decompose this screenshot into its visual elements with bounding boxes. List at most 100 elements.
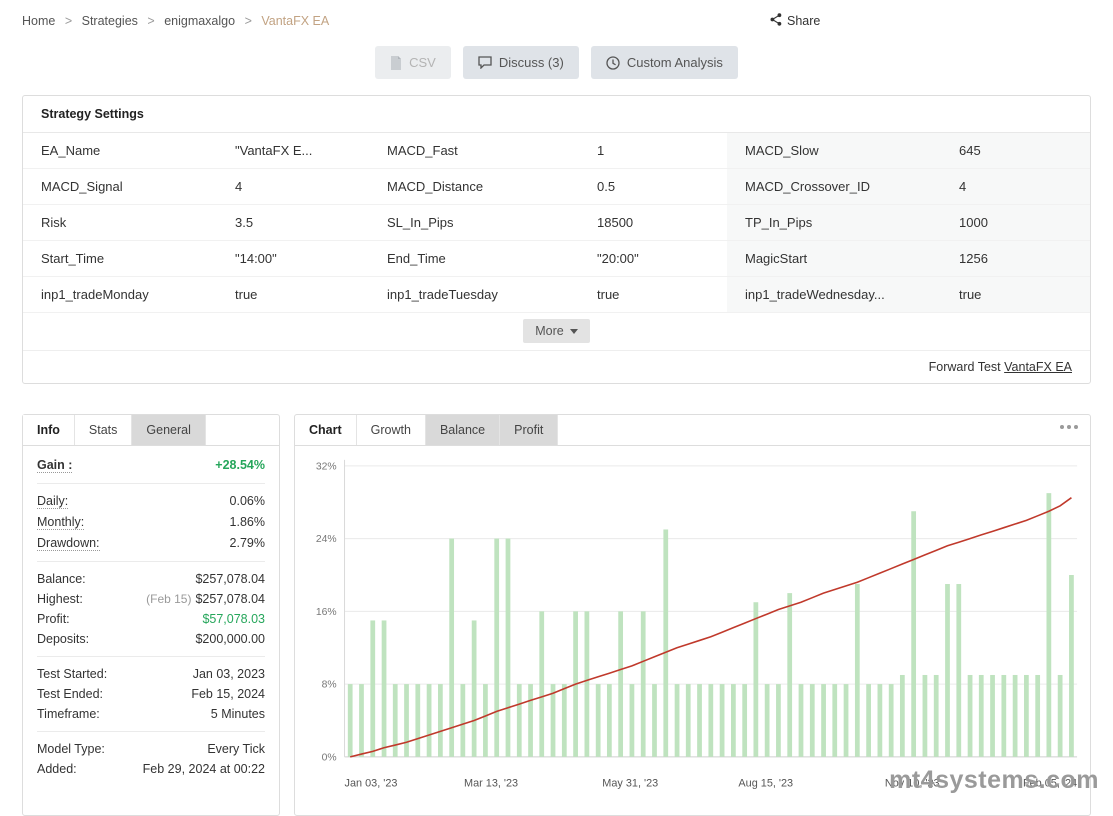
divider [37, 561, 265, 562]
tab-growth[interactable]: Growth [357, 415, 426, 445]
balance-value: $257,078.04 [195, 572, 265, 586]
test-ended-row: Test Ended: Feb 15, 2024 [37, 684, 265, 704]
highest-row: Highest: (Feb 15) $257,078.04 [37, 589, 265, 609]
setting-label: TP_In_Pips [727, 205, 959, 240]
discuss-button[interactable]: Discuss (3) [463, 46, 579, 79]
top-bar: Home > Strategies > enigmaxalgo > VantaF… [0, 0, 1113, 44]
strategy-settings-title: Strategy Settings [23, 96, 1090, 133]
daily-label[interactable]: Daily: [37, 494, 68, 509]
discuss-button-label: Discuss (3) [499, 55, 564, 70]
csv-file-icon [390, 56, 402, 70]
monthly-row: Monthly: 1.86% [37, 512, 265, 533]
site-watermark: mt4systems.com [889, 766, 1099, 795]
svg-text:Jan 03, '23: Jan 03, '23 [345, 778, 398, 790]
divider [37, 483, 265, 484]
breadcrumb-home[interactable]: Home [22, 14, 55, 28]
setting-value: "14:00" [235, 241, 369, 276]
deposits-row: Deposits: $200,000.00 [37, 629, 265, 649]
setting-value: true [235, 277, 369, 312]
breadcrumb: Home > Strategies > enigmaxalgo > VantaF… [22, 14, 329, 28]
model-type-label: Model Type: [37, 742, 105, 756]
svg-text:0%: 0% [322, 752, 337, 763]
svg-text:32%: 32% [316, 461, 337, 472]
share-button[interactable]: Share [770, 13, 820, 29]
settings-row: Risk 3.5 SL_In_Pips 18500 TP_In_Pips 100… [23, 205, 1090, 241]
chart-card-title: Chart [295, 415, 357, 445]
monthly-label[interactable]: Monthly: [37, 515, 84, 530]
added-row: Added: Feb 29, 2024 at 00:22 [37, 759, 265, 779]
chart-options-menu-icon[interactable] [1060, 425, 1078, 429]
svg-text:8%: 8% [322, 680, 337, 691]
test-ended-value: Feb 15, 2024 [191, 687, 265, 701]
caret-down-icon [570, 329, 578, 334]
test-started-value: Jan 03, 2023 [193, 667, 265, 681]
test-started-row: Test Started: Jan 03, 2023 [37, 664, 265, 684]
setting-value: true [597, 277, 727, 312]
profit-row: Profit: $57,078.03 [37, 609, 265, 629]
setting-value: 0.5 [597, 169, 727, 204]
tab-info[interactable]: Info [23, 415, 75, 445]
setting-label: MACD_Slow [727, 133, 959, 168]
setting-value: 3.5 [235, 205, 369, 240]
setting-label: End_Time [369, 241, 597, 276]
info-body: Gain : +28.54% Daily: 0.06% Monthly: 1.8… [23, 446, 279, 779]
svg-text:24%: 24% [316, 534, 337, 545]
clock-icon [606, 56, 620, 70]
info-tabs: Info Stats General [23, 415, 279, 446]
more-button[interactable]: More [523, 319, 589, 343]
model-type-row: Model Type: Every Tick [37, 739, 265, 759]
profit-value: $57,078.03 [202, 612, 265, 626]
gain-row: Gain : +28.54% [37, 454, 265, 476]
highest-date-note: (Feb 15) [146, 592, 191, 606]
svg-text:Mar 13, '23: Mar 13, '23 [464, 778, 518, 790]
growth-chart[interactable]: 0%8%16%24%32%Jan 03, '23Mar 13, '23May 3… [295, 446, 1090, 809]
balance-label: Balance: [37, 572, 86, 586]
setting-label: Start_Time [23, 241, 235, 276]
breadcrumb-author[interactable]: enigmaxalgo [164, 14, 235, 28]
setting-label: MagicStart [727, 241, 959, 276]
setting-value: 4 [235, 169, 369, 204]
test-ended-label: Test Ended: [37, 687, 103, 701]
setting-label: inp1_tradeMonday [23, 277, 235, 312]
custom-analysis-button-label: Custom Analysis [627, 55, 723, 70]
profit-label: Profit: [37, 612, 70, 626]
settings-row: inp1_tradeMonday true inp1_tradeTuesday … [23, 277, 1090, 313]
timeframe-value: 5 Minutes [211, 707, 265, 721]
breadcrumb-strategies[interactable]: Strategies [82, 14, 138, 28]
deposits-label: Deposits: [37, 632, 89, 646]
tab-general[interactable]: General [132, 415, 205, 445]
csv-button[interactable]: CSV [375, 46, 451, 79]
custom-analysis-button[interactable]: Custom Analysis [591, 46, 738, 79]
setting-label: MACD_Fast [369, 133, 597, 168]
forward-test-row: Forward Test VantaFX EA [23, 351, 1090, 383]
drawdown-label[interactable]: Drawdown: [37, 536, 100, 551]
highest-value: (Feb 15) $257,078.04 [146, 592, 265, 606]
setting-label: Risk [23, 205, 235, 240]
breadcrumb-separator: > [245, 14, 252, 28]
setting-label: MACD_Signal [23, 169, 235, 204]
timeframe-label: Timeframe: [37, 707, 100, 721]
breadcrumb-current-page: VantaFX EA [261, 14, 329, 28]
highest-amount: $257,078.04 [195, 592, 265, 606]
forward-test-link[interactable]: VantaFX EA [1004, 360, 1072, 374]
gain-label[interactable]: Gain : [37, 458, 72, 473]
setting-value: 1256 [959, 241, 1090, 276]
settings-row: EA_Name "VantaFX E... MACD_Fast 1 MACD_S… [23, 133, 1090, 169]
tab-profit[interactable]: Profit [500, 415, 558, 445]
more-button-label: More [535, 324, 563, 338]
csv-button-label: CSV [409, 55, 436, 70]
setting-label: inp1_tradeTuesday [369, 277, 597, 312]
growth-chart-svg: 0%8%16%24%32%Jan 03, '23Mar 13, '23May 3… [299, 448, 1086, 809]
tab-balance[interactable]: Balance [426, 415, 500, 445]
highest-label: Highest: [37, 592, 83, 606]
setting-value: 18500 [597, 205, 727, 240]
setting-value: true [959, 277, 1090, 312]
chart-card: Chart Growth Balance Profit 0%8%16%24%32… [294, 414, 1091, 816]
setting-value: 4 [959, 169, 1090, 204]
svg-text:May 31, '23: May 31, '23 [602, 778, 658, 790]
drawdown-value: 2.79% [230, 536, 265, 550]
tab-stats[interactable]: Stats [75, 415, 133, 445]
info-card: Info Stats General Gain : +28.54% Daily:… [22, 414, 280, 816]
settings-row: MACD_Signal 4 MACD_Distance 0.5 MACD_Cro… [23, 169, 1090, 205]
setting-label: inp1_tradeWednesday... [727, 277, 959, 312]
